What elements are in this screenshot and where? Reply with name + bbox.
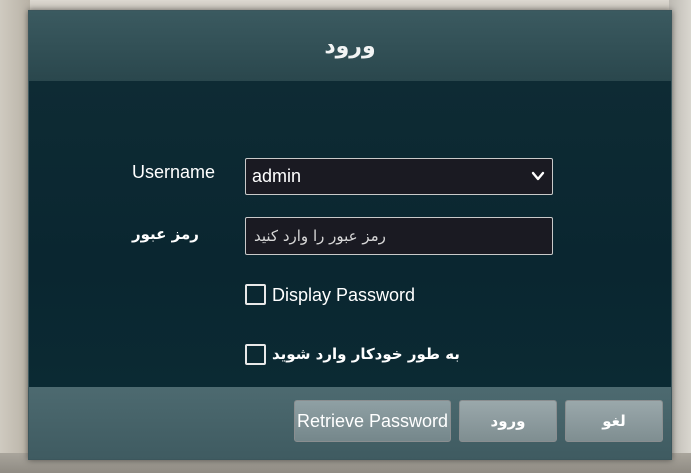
display-password-label: Display Password bbox=[272, 285, 416, 305]
auto-login-label: به طور خودکار وارد شوید bbox=[272, 345, 460, 363]
password-input[interactable] bbox=[246, 218, 552, 254]
background-right bbox=[669, 0, 691, 473]
retrieve-password-button[interactable]: Retrieve Password bbox=[294, 400, 451, 442]
login-button[interactable]: ورود bbox=[459, 400, 557, 442]
dialog-footer: Retrieve Password ورود لغو bbox=[29, 387, 671, 459]
display-password-checkbox[interactable] bbox=[245, 284, 266, 305]
title-bar: ورود bbox=[29, 11, 671, 81]
username-label: Username bbox=[132, 162, 216, 182]
login-dialog: ورود Username admin رمز عبور Display Pas… bbox=[28, 10, 672, 460]
password-label: رمز عبور bbox=[132, 225, 199, 243]
username-value: admin bbox=[252, 166, 302, 186]
cancel-button[interactable]: لغو bbox=[565, 400, 663, 442]
dialog-title: ورود bbox=[324, 33, 376, 59]
background-left bbox=[0, 0, 30, 473]
auto-login-checkbox[interactable] bbox=[245, 344, 266, 365]
chevron-down-icon[interactable] bbox=[530, 168, 546, 184]
password-field[interactable] bbox=[245, 217, 553, 255]
username-select[interactable]: admin bbox=[245, 158, 553, 195]
